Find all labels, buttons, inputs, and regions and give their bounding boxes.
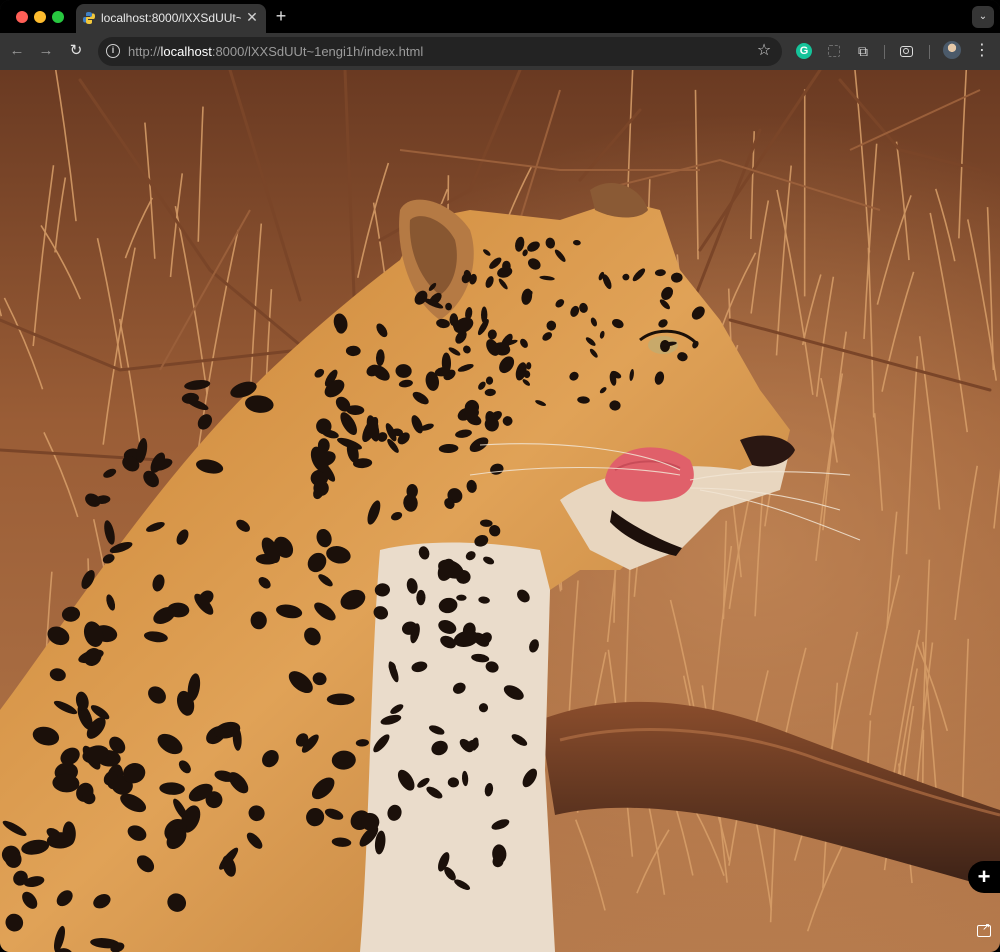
browser-menu-icon[interactable]: ⋮ <box>974 41 990 61</box>
close-window-button[interactable] <box>16 11 28 23</box>
title-bar: localhost:8000/lXXSdUUt~1engi1h/index.ht… <box>0 0 1000 33</box>
leopard-spot <box>485 376 494 385</box>
python-favicon-icon <box>83 12 95 24</box>
zoom-in-button[interactable]: + <box>968 861 1000 893</box>
toolbar-divider <box>929 45 930 59</box>
back-arrow-icon[interactable]: ← <box>8 42 26 60</box>
grammarly-extension-icon[interactable]: G <box>794 41 814 61</box>
new-tab-icon[interactable]: + <box>272 7 290 25</box>
open-external-button[interactable]: ↗ <box>970 918 1000 946</box>
minimize-window-button[interactable] <box>34 11 46 23</box>
toolbar-divider <box>884 45 885 59</box>
screen-capture-icon[interactable] <box>897 41 917 61</box>
browser-tab[interactable]: localhost:8000/lXXSdUUt~1engi1h/index.ht… <box>76 4 266 33</box>
close-tab-icon[interactable]: ✕ <box>244 9 260 25</box>
extension-placeholder-icon[interactable] <box>824 41 844 61</box>
leopard-spot <box>326 693 355 706</box>
maximize-window-button[interactable] <box>52 11 64 23</box>
extensions-puzzle-icon[interactable]: ⧉ <box>853 41 873 61</box>
profile-avatar[interactable] <box>943 41 961 59</box>
forward-arrow-icon[interactable]: → <box>37 42 55 60</box>
camera-icon <box>900 46 913 57</box>
browser-window: localhost:8000/lXXSdUUt~1engi1h/index.ht… <box>0 0 1000 952</box>
url-text[interactable]: http://localhost:8000/lXXSdUUt~1engi1h/i… <box>128 44 423 59</box>
leopard-photo <box>0 70 1000 952</box>
url-host: localhost <box>160 44 212 59</box>
expand-arrow-icon: ↗ <box>982 922 991 933</box>
grammarly-g-icon: G <box>796 43 812 59</box>
tab-search-icon[interactable]: ⌄ <box>972 6 994 28</box>
site-info-icon[interactable]: i <box>106 44 120 58</box>
url-path: :8000/lXXSdUUt~1engi1h/index.html <box>211 44 424 59</box>
browser-toolbar: ← → ↻ i http://localhost:8000/lXXSdUUt~1… <box>0 33 1000 70</box>
page-viewport: + ↗ <box>0 70 1000 952</box>
address-bar[interactable]: i http://localhost:8000/lXXSdUUt~1engi1h… <box>98 37 782 66</box>
dashed-square-icon <box>828 45 840 57</box>
tab-title: localhost:8000/lXXSdUUt~1engi1h/index.ht… <box>101 11 241 25</box>
bookmark-star-icon[interactable]: ☆ <box>754 41 774 61</box>
url-scheme: http:// <box>128 44 161 59</box>
reload-icon[interactable]: ↻ <box>67 42 85 60</box>
